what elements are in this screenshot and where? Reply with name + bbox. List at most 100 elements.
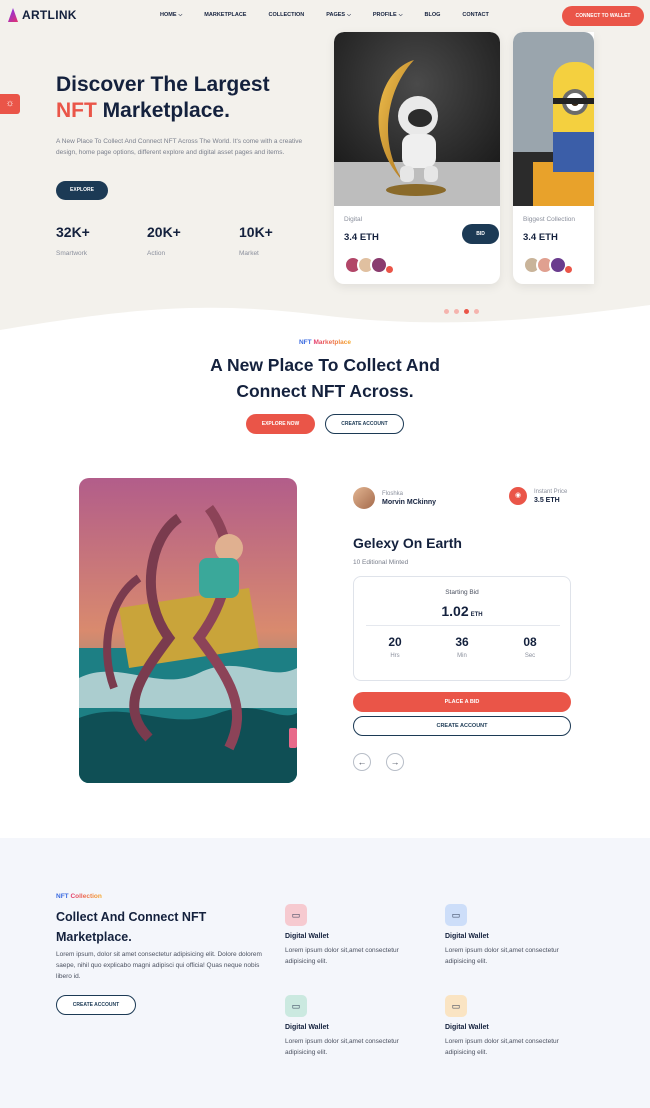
octopus-mural-illustration	[79, 478, 297, 783]
stat-label: Market	[239, 250, 259, 257]
nft-card[interactable]: Biggest Collection 3.4 ETH	[513, 32, 594, 284]
badge-icon	[564, 265, 573, 274]
starting-bid-amount: 1.02	[441, 603, 469, 619]
arrow-left-icon[interactable]: ←	[353, 753, 371, 771]
card-category: Digital	[344, 216, 363, 223]
creator-avatar[interactable]	[353, 487, 375, 509]
instant-price: ◉ Instant Price 3.5 ETH	[509, 487, 567, 505]
stat-market: 10K+ Market	[239, 224, 273, 257]
bidder-avatars	[523, 256, 573, 274]
eyebrow-part-b: Marketplace	[313, 339, 352, 346]
nft-card[interactable]: Digital 3.4 ETH BID	[334, 32, 500, 284]
countdown-label: Sec	[524, 653, 536, 659]
connect-wallet-button[interactable]: CONNECT TO WALLET	[562, 6, 644, 26]
feature-description: Lorem ipsum dolor sit,amet consectetur a…	[445, 947, 559, 965]
feature-item: ▭ Digital Wallet Lorem ipsum dolor sit,a…	[285, 995, 425, 1058]
nav-item-contact[interactable]: CONTACT	[462, 12, 488, 18]
wallet-icon: ▭	[285, 995, 307, 1017]
nav-item-collection[interactable]: COLLECTION	[268, 12, 304, 18]
section-eyebrow: NFT Marketplace	[0, 339, 650, 346]
feature-item: ▭ Digital Wallet Lorem ipsum dolor sit,a…	[445, 995, 585, 1058]
feature-item: ▭ Digital Wallet Lorem ipsum dolor sit,a…	[285, 904, 425, 967]
chevron-down-icon: ⌵	[178, 12, 183, 18]
brand-logo[interactable]: ARTLINK	[8, 8, 77, 22]
price-icon: ◉	[509, 487, 527, 505]
explore-button[interactable]: EXPLORE	[56, 181, 108, 200]
card-price: 3.4 ETH	[344, 232, 379, 243]
card-category: Biggest Collection	[523, 216, 576, 223]
creator-label: Floshka	[382, 490, 404, 497]
chevron-down-icon: ⌵	[398, 12, 403, 18]
carousel-dot[interactable]	[454, 309, 459, 314]
nav-item-blog[interactable]: BLOG	[425, 12, 441, 18]
nav-item-marketplace[interactable]: MARKETPLACE	[204, 12, 246, 18]
nav-item-label: COLLECTION	[268, 12, 305, 18]
carousel-dots	[444, 309, 479, 314]
bidder-avatars	[344, 256, 394, 274]
stat-action: 20K+ Action	[147, 224, 181, 257]
feature-title: Digital Wallet	[285, 1024, 329, 1031]
nav-item-label: HOME	[160, 12, 177, 18]
chevron-down-icon: ⌵	[347, 12, 351, 18]
feature-description: Lorem ipsum dolor sit,amet consectetur a…	[285, 947, 399, 965]
collection-description: Lorem ipsum, dolor sit amet consectetur …	[56, 951, 262, 980]
carousel-dot[interactable]	[474, 309, 479, 314]
astronaut-moon-illustration	[334, 32, 500, 206]
nav-item-home[interactable]: HOME ⌵	[160, 12, 182, 18]
create-account-button[interactable]: CREATE ACCOUNT	[353, 716, 571, 736]
countdown-hours: 20 Hrs	[375, 635, 415, 659]
place-bid-button[interactable]: PLACE A BID	[353, 692, 571, 712]
brand-name: ARTLINK	[22, 8, 77, 22]
stat-value: 10K+	[239, 224, 273, 240]
carousel-dot-active[interactable]	[464, 309, 469, 314]
stat-smartwork: 32K+ Smartwork	[56, 224, 90, 257]
hero-title-line1: Discover The Largest	[56, 73, 270, 96]
divider	[366, 625, 560, 626]
carousel-dot[interactable]	[444, 309, 449, 314]
collection-title: Collect And Connect NFT Marketplace.	[56, 910, 207, 944]
countdown-minutes: 36 Min	[442, 635, 482, 659]
main-nav: HOME ⌵ MARKETPLACE COLLECTION PAGES ⌵ PROF…	[160, 12, 511, 18]
card-price: 3.4 ETH	[523, 232, 558, 243]
starting-bid-unit: ETH	[470, 612, 483, 618]
countdown-label: Min	[457, 653, 467, 659]
section-title-line1: A New Place To Collect And	[210, 355, 440, 375]
countdown-value: 20	[388, 635, 402, 649]
feature-title: Digital Wallet	[445, 1024, 489, 1031]
nav-item-label: MARKETPLACE	[204, 12, 247, 18]
feature-description: Lorem ipsum dolor sit,amet consectetur a…	[445, 1038, 559, 1056]
nav-item-label: PAGES	[326, 12, 346, 18]
hero-title: Discover The Largest NFT Marketplace.	[56, 72, 270, 124]
section-title-line2: Connect NFT Across.	[236, 381, 414, 401]
artwork-title: Gelexy On Earth	[353, 535, 462, 551]
starting-bid-value: 1.02 ETH	[354, 603, 570, 619]
stat-label: Smartwork	[56, 250, 88, 257]
artwork-subtitle: 10 Editional Minted	[353, 559, 409, 566]
section-title: A New Place To Collect And Connect NFT A…	[0, 352, 650, 404]
arrow-right-icon[interactable]: →	[386, 753, 404, 771]
create-account-button[interactable]: CREATE ACCOUNT	[56, 995, 136, 1015]
nav-item-label: CONTACT	[462, 12, 489, 18]
featured-artwork-image[interactable]	[79, 478, 297, 783]
bid-panel: Starting Bid 1.02 ETH 20 Hrs 36 Min 08 Se…	[353, 576, 571, 681]
starting-bid-label: Starting Bid	[445, 589, 479, 596]
creator-info[interactable]: Floshka Morvin MCkinny	[353, 487, 436, 509]
nav-item-label: BLOG	[424, 12, 441, 18]
nav-item-profile[interactable]: PROFILE ⌵	[373, 12, 403, 18]
nav-item-label: PROFILE	[372, 12, 397, 18]
countdown-value: 36	[455, 635, 469, 649]
hero-description: A New Place To Collect And Connect NFT A…	[56, 138, 303, 156]
minion-illustration	[513, 32, 594, 206]
create-account-button[interactable]: CREATE ACCOUNT	[325, 414, 404, 434]
nav-item-pages[interactable]: PAGES ⌵	[326, 12, 351, 18]
nft-image-minion[interactable]	[513, 32, 594, 206]
feature-item: ▭ Digital Wallet Lorem ipsum dolor sit,a…	[445, 904, 585, 967]
explore-now-button[interactable]: EXPLORE NOW	[246, 414, 315, 434]
bid-button[interactable]: BID	[462, 224, 499, 244]
countdown-seconds: 08 Sec	[510, 635, 550, 659]
settings-gear-icon[interactable]: ☼	[0, 94, 20, 114]
instant-price-value: 3.5 ETH	[534, 496, 560, 504]
nft-image-astronaut[interactable]	[334, 32, 500, 206]
collection-eyebrow: NFT Collection	[56, 893, 102, 900]
wallet-icon: ▭	[445, 904, 467, 926]
